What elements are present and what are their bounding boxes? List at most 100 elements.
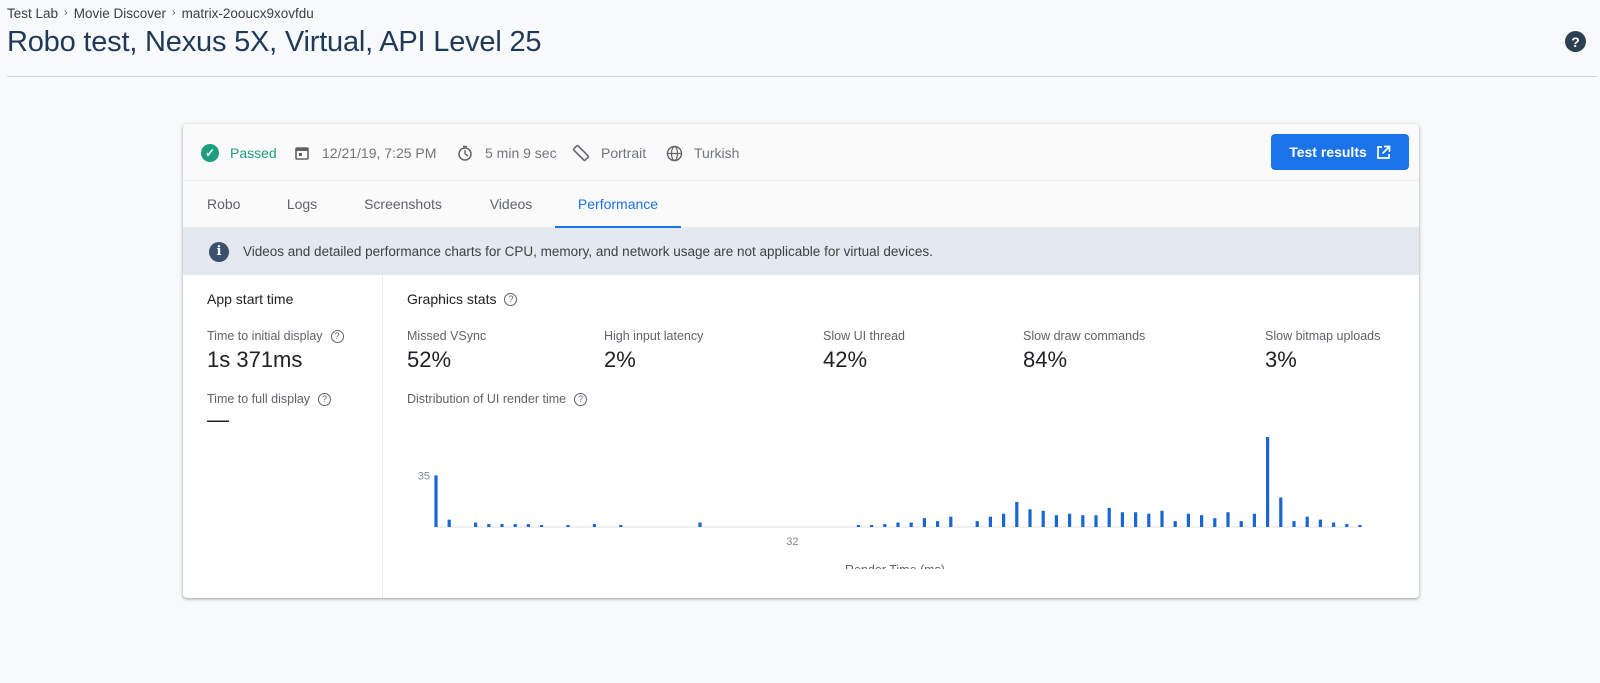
date-meta: 12/21/19, 7:25 PM bbox=[293, 143, 436, 163]
chart-bar bbox=[1028, 509, 1032, 527]
chart-bar bbox=[698, 522, 702, 527]
chart-bar bbox=[988, 516, 992, 527]
info-banner: i Videos and detailed performance charts… bbox=[183, 228, 1419, 275]
initial-display-label: Time to initial display ? bbox=[207, 329, 344, 343]
chart-bar bbox=[592, 524, 596, 527]
chart-bar bbox=[474, 522, 478, 527]
chart-bar bbox=[1345, 524, 1349, 527]
chart-bar bbox=[896, 522, 900, 527]
chart-bar bbox=[513, 524, 517, 527]
chart-bar bbox=[619, 525, 623, 527]
chevron-right-icon: › bbox=[172, 7, 176, 19]
chart-bar bbox=[1081, 515, 1085, 527]
chart-bar bbox=[1305, 516, 1309, 527]
tab-videos[interactable]: Videos bbox=[488, 181, 534, 228]
chart-bar bbox=[1252, 513, 1256, 527]
duration-text: 5 min 9 sec bbox=[485, 145, 557, 161]
full-display-label-text: Time to full display bbox=[207, 392, 311, 406]
render-time-chart-svg: 35732700+Render Time (ms) bbox=[418, 437, 1362, 569]
chart-bar bbox=[883, 524, 887, 527]
orientation-text: Portrait bbox=[601, 145, 647, 161]
chart-bar bbox=[434, 475, 438, 527]
help-circle-icon[interactable]: ? bbox=[318, 392, 332, 406]
status-text: Passed bbox=[230, 145, 277, 161]
app-start-title: App start time bbox=[207, 291, 294, 307]
chart-bar bbox=[1120, 512, 1124, 527]
chart-bar bbox=[1358, 525, 1362, 527]
full-display-value: — bbox=[207, 407, 229, 432]
stat-label-slow-draw-commands: Slow draw commands bbox=[1023, 329, 1146, 343]
chart-bar bbox=[1239, 521, 1243, 527]
chart-bar bbox=[566, 525, 570, 527]
chart-bar bbox=[1318, 519, 1322, 527]
stat-label-slow-bitmap-uploads: Slow bitmap uploads bbox=[1265, 329, 1381, 343]
tab-screenshots[interactable]: Screenshots bbox=[363, 181, 443, 228]
open-in-new-icon bbox=[1376, 145, 1391, 159]
y-tick-label: 35 bbox=[418, 470, 430, 482]
tab-robo[interactable]: Robo bbox=[207, 181, 240, 228]
chart-bar bbox=[1200, 515, 1204, 527]
chart-bar bbox=[1213, 518, 1217, 527]
breadcrumb-matrix[interactable]: matrix-2ooucx9xovfdu bbox=[182, 6, 314, 21]
help-circle-icon[interactable]: ? bbox=[504, 292, 518, 306]
divider bbox=[7, 76, 1597, 77]
help-circle-icon[interactable]: ? bbox=[330, 329, 344, 343]
graphics-stats-title: Graphics stats ? bbox=[407, 291, 518, 307]
chart-bar bbox=[1094, 515, 1098, 527]
check-circle-icon: ✓ bbox=[201, 144, 219, 162]
breadcrumb-test-lab[interactable]: Test Lab bbox=[7, 6, 58, 21]
chart-bar bbox=[1226, 512, 1230, 527]
stat-label-high-input-latency: High input latency bbox=[604, 329, 704, 343]
stat-value-high-input-latency: 2% bbox=[604, 347, 636, 372]
info-icon: i bbox=[209, 241, 229, 262]
chart-bar bbox=[870, 525, 874, 527]
stat-label-slow-ui-thread: Slow UI thread bbox=[823, 329, 905, 343]
locale-meta: Turkish bbox=[665, 143, 739, 163]
tab-performance[interactable]: Performance bbox=[555, 181, 681, 228]
stat-value-missed-vsync: 52% bbox=[407, 347, 452, 372]
chart-bar bbox=[949, 516, 953, 527]
initial-display-label-text: Time to initial display bbox=[207, 329, 323, 343]
x-axis-label: Render Time (ms) bbox=[845, 563, 945, 569]
stat-value-slow-bitmap-uploads: 3% bbox=[1265, 347, 1297, 372]
date-text: 12/21/19, 7:25 PM bbox=[322, 145, 437, 161]
chart-bar bbox=[1041, 510, 1045, 527]
render-time-chart: 35732700+Render Time (ms) bbox=[402, 399, 1362, 569]
chevron-right-icon: › bbox=[64, 7, 68, 19]
page-title: Robo test, Nexus 5X, Virtual, API Level … bbox=[7, 26, 542, 58]
chart-bar bbox=[1266, 437, 1270, 527]
chart-bar bbox=[526, 524, 530, 527]
stat-label-missed-vsync: Missed VSync bbox=[407, 329, 487, 343]
chart-bar bbox=[1186, 513, 1190, 527]
execution-meta-bar: ✓ Passed 12/21/19, 7:25 PM 5 min 9 sec P… bbox=[183, 124, 1419, 181]
chart-bar bbox=[1332, 522, 1336, 527]
duration-meta: 5 min 9 sec bbox=[456, 143, 557, 163]
chart-bar bbox=[1054, 515, 1058, 527]
timer-icon bbox=[456, 144, 474, 162]
app-start-panel: App start time Time to initial display ?… bbox=[183, 275, 383, 598]
chart-bar bbox=[1002, 513, 1006, 527]
chart-bar bbox=[1173, 521, 1177, 527]
chart-bar bbox=[975, 521, 979, 527]
chart-bar bbox=[922, 518, 926, 527]
chart-bar bbox=[500, 524, 504, 527]
tab-logs[interactable]: Logs bbox=[286, 181, 318, 228]
x-tick-label: 32 bbox=[786, 536, 798, 548]
chart-bar bbox=[909, 522, 913, 527]
chart-bar bbox=[1160, 510, 1164, 527]
help-icon[interactable]: ? bbox=[1565, 31, 1586, 52]
calendar-icon bbox=[293, 144, 311, 162]
chart-bar bbox=[936, 521, 940, 527]
breadcrumb-movie-discover[interactable]: Movie Discover bbox=[74, 6, 166, 21]
globe-icon bbox=[665, 144, 683, 162]
status-badge: ✓ Passed bbox=[201, 143, 277, 163]
breadcrumb: Test Lab › Movie Discover › matrix-2oouc… bbox=[7, 5, 314, 21]
chart-bar bbox=[487, 524, 491, 527]
chart-bar bbox=[1107, 507, 1111, 527]
locale-text: Turkish bbox=[694, 145, 740, 161]
test-results-button[interactable]: Test results bbox=[1271, 134, 1409, 170]
stat-value-slow-ui-thread: 42% bbox=[823, 347, 868, 372]
stat-value-slow-draw-commands: 84% bbox=[1023, 347, 1068, 372]
screen-rotation-icon bbox=[572, 144, 590, 162]
test-results-label: Test results bbox=[1289, 144, 1367, 160]
